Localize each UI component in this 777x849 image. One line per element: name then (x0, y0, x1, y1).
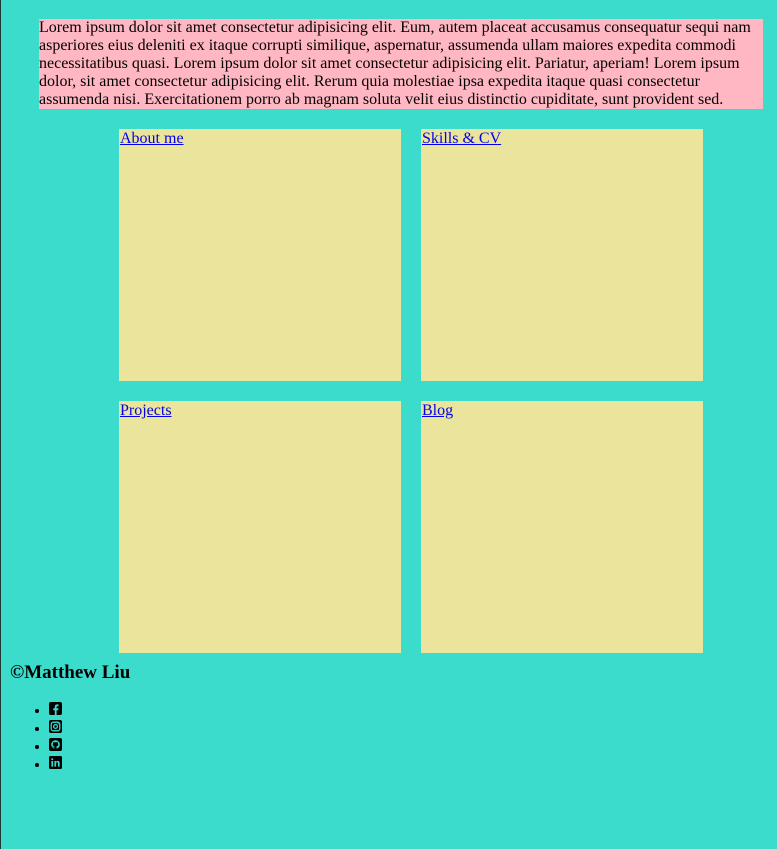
tile-skills-cv: Skills & CV (421, 129, 703, 381)
facebook-icon[interactable] (49, 702, 62, 715)
footer-copyright: ©Matthew Liu (10, 662, 131, 683)
social-links-list (1, 701, 62, 773)
social-item-instagram (49, 719, 62, 737)
blog-link[interactable]: Blog (422, 401, 453, 421)
social-item-facebook (49, 701, 62, 719)
about-me-link[interactable]: About me (120, 129, 184, 149)
tile-projects: Projects (119, 401, 401, 653)
intro-paragraph: Lorem ipsum dolor sit amet consectetur a… (39, 19, 763, 109)
social-item-github (49, 737, 62, 755)
skills-cv-link[interactable]: Skills & CV (422, 129, 501, 149)
tile-about-me: About me (119, 129, 401, 381)
github-icon[interactable] (49, 738, 62, 751)
social-item-linkedin (49, 755, 62, 773)
instagram-icon[interactable] (49, 720, 62, 733)
projects-link[interactable]: Projects (120, 401, 172, 421)
linkedin-icon[interactable] (49, 756, 62, 769)
tile-blog: Blog (421, 401, 703, 653)
